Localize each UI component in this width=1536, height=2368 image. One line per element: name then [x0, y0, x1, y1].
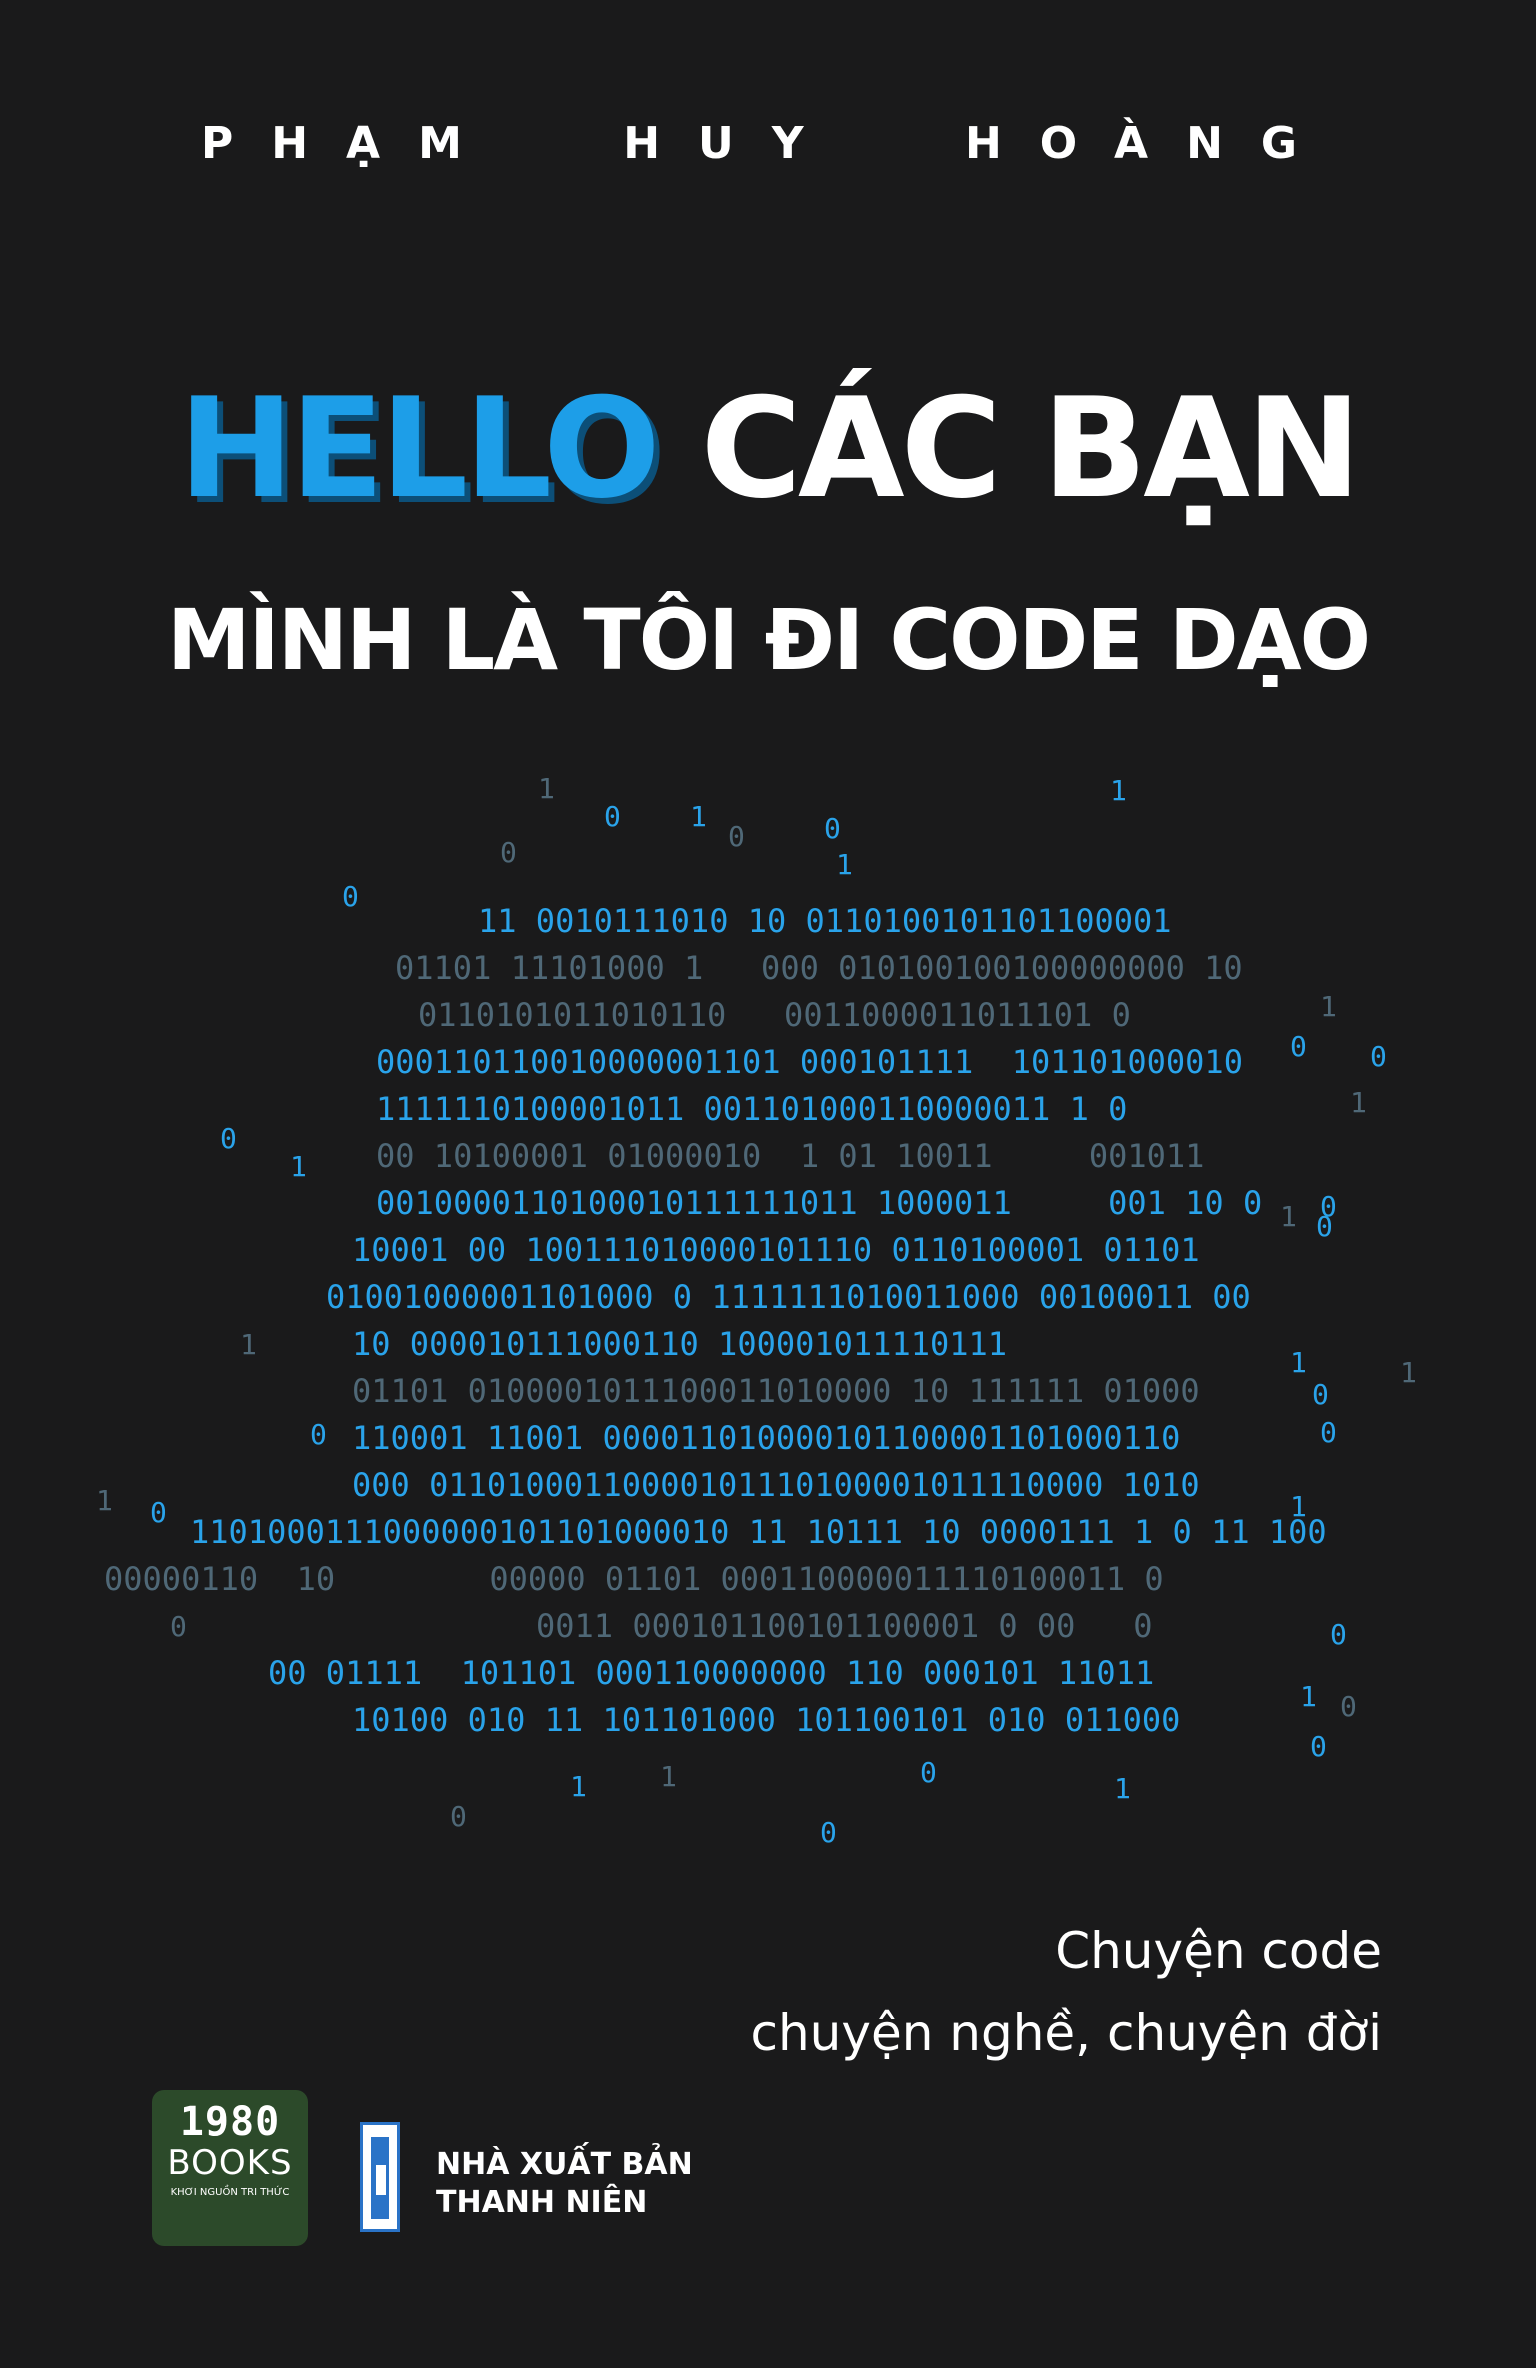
publisher-emblem-icon: [360, 2122, 400, 2232]
binary-digit: 0: [604, 800, 621, 833]
binary-digit: 0: [1312, 1378, 1329, 1411]
binary-digit: 0: [500, 836, 517, 869]
binary-digit: 0: [1310, 1730, 1327, 1763]
binary-row: 01001000001101000 0 1111111010011000 001…: [326, 1278, 1251, 1316]
binary-digit: 0: [310, 1418, 327, 1451]
binary-row: 1111110100001011 001101000110000011 1 0: [376, 1090, 1128, 1128]
binary-digit: 1: [660, 1760, 677, 1793]
binary-code-art: 11 0010111010 10 0110100101101100001 0110…: [0, 0, 1536, 1900]
binary-row: 10100 010 11 101101000 101100101 010 011…: [352, 1701, 1181, 1739]
book-subtitle: MÌNH LÀ TÔI ĐI CODE DẠO: [166, 591, 1371, 689]
author-word: HOÀNG: [964, 118, 1336, 169]
binary-row: 0110101011010110 0011000011011101 0: [418, 996, 1131, 1034]
binary-digit: 0: [1370, 1040, 1387, 1073]
binary-digit: 1: [690, 800, 707, 833]
binary-row: 00 01111 101101 000110000000 110 000101 …: [268, 1654, 1155, 1692]
binary-digit: 0: [1316, 1210, 1333, 1243]
binary-digit: 1: [538, 772, 555, 805]
binary-digit: 1: [570, 1770, 587, 1803]
binary-digit: 1: [836, 848, 853, 881]
binary-digit: 0: [170, 1610, 187, 1643]
publisher-line-1: NHÀ XUẤT BẢN: [436, 2147, 693, 2182]
binary-digit: 0: [1320, 1190, 1337, 1223]
binary-digit: 1: [240, 1328, 257, 1361]
binary-digit: 0: [820, 1816, 837, 1849]
binary-row: 110001 11001 000011010000101100001101000…: [352, 1419, 1181, 1457]
binary-digit: 0: [920, 1756, 937, 1789]
binary-digit: 1: [96, 1484, 113, 1517]
binary-row: 10 000010111000110 100001011110111: [352, 1325, 1008, 1363]
book-title: HELLO CÁC BẠN: [0, 380, 1536, 518]
binary-row: 000 01101000110000101110100001011110000 …: [352, 1466, 1200, 1504]
logo-books: BOOKS: [167, 2143, 293, 2183]
author-name: PHẠM HUY HOÀNG: [0, 118, 1536, 169]
binary-row: 11 0010111010 10 0110100101101100001: [478, 902, 1172, 940]
binary-row: 1101000111000000101101000010 11 10111 10…: [190, 1513, 1327, 1551]
binary-digit: 1: [1110, 774, 1127, 807]
binary-digit: 0: [150, 1496, 167, 1529]
binary-digit: 1: [1320, 990, 1337, 1023]
1980-books-logo: 1980 BOOKS KHƠI NGUỒN TRI THỨC: [152, 2090, 308, 2246]
binary-row: 00000110 10 00000 01101 0001100000111101…: [104, 1560, 1164, 1598]
binary-row: 01101 0100001011100011010000 10 111111 0…: [352, 1372, 1200, 1410]
binary-digit: 1: [1400, 1356, 1417, 1389]
binary-digit: 1: [1114, 1772, 1131, 1805]
binary-row: 0011 000101100101100001 0 00 0: [536, 1607, 1153, 1645]
publisher-name: NHÀ XUẤT BẢN THANH NIÊN: [436, 2146, 693, 2222]
tagline-line-1: Chuyện code: [1055, 1922, 1382, 1980]
binary-row: 0010000110100010111111011 1000011 001 10…: [376, 1184, 1263, 1222]
binary-digit: 0: [1320, 1416, 1337, 1449]
binary-digit: 1: [1290, 1346, 1307, 1379]
binary-digit: 0: [450, 1800, 467, 1833]
binary-digit: 0: [1290, 1030, 1307, 1063]
binary-digit: 1: [1300, 1680, 1317, 1713]
tagline-line-2: chuyện nghề, chuyện đời: [750, 2004, 1383, 2062]
author-word: PHẠM: [200, 118, 500, 169]
binary-digit: 1: [1280, 1200, 1297, 1233]
tagline: Chuyện code chuyện nghề, chuyện đời: [751, 1910, 1383, 2074]
binary-digit: 0: [1330, 1618, 1347, 1651]
binary-digit: 0: [342, 880, 359, 913]
logo-number: 1980: [179, 2099, 281, 2145]
binary-digit: 0: [824, 812, 841, 845]
title-rest: CÁC BẠN: [700, 368, 1362, 529]
binary-digit: 1: [1290, 1490, 1307, 1523]
binary-digit: 1: [1350, 1086, 1367, 1119]
binary-digit: 0: [1340, 1690, 1357, 1723]
author-word: HUY: [623, 118, 842, 169]
binary-row: 01101 11101000 1 000 010100100100000000 …: [395, 949, 1243, 987]
binary-digit: 0: [220, 1122, 237, 1155]
binary-digit: 0: [728, 820, 745, 853]
logo-motto: KHƠI NGUỒN TRI THỨC: [170, 2187, 290, 2198]
title-highlight: HELLO: [178, 368, 661, 529]
binary-digit: 1: [290, 1150, 307, 1183]
binary-row: 000110110010000001101 000101111 10110100…: [376, 1043, 1243, 1081]
binary-row: 00 10100001 01000010 1 01 10011 001011: [376, 1137, 1205, 1175]
binary-row: 10001 00 100111010000101110 0110100001 0…: [352, 1231, 1200, 1269]
publisher-line-2: THANH NIÊN: [436, 2185, 648, 2220]
